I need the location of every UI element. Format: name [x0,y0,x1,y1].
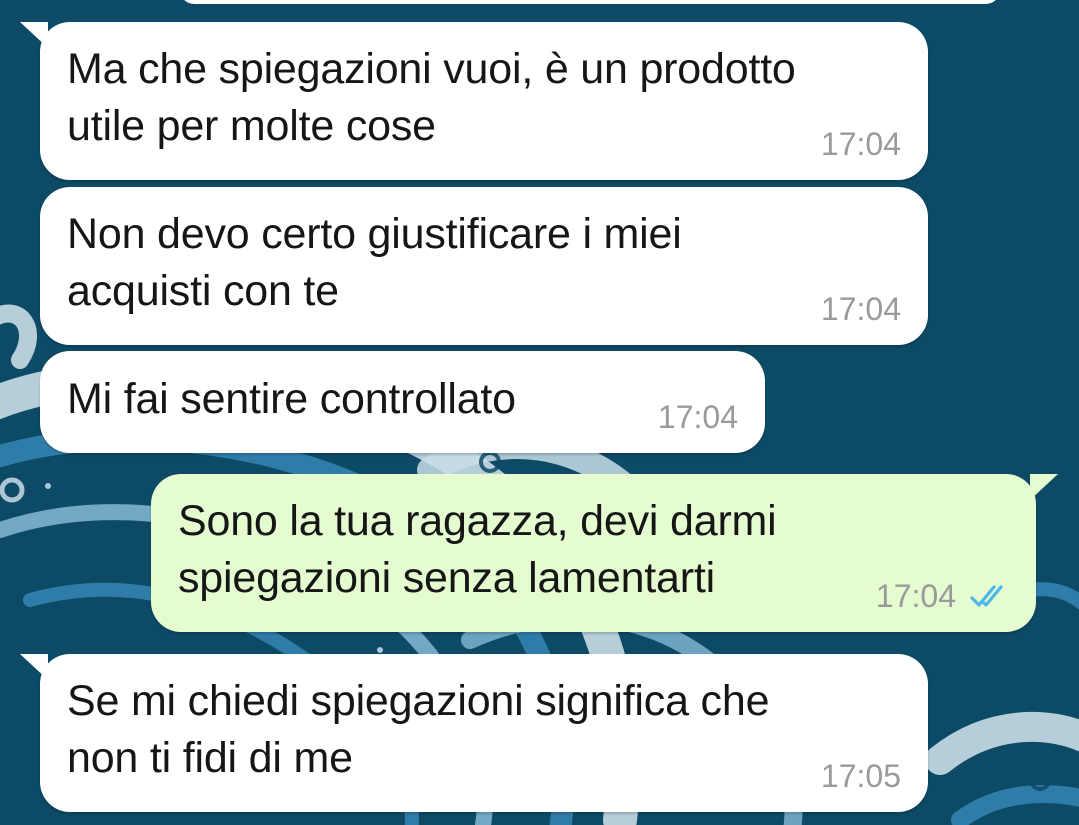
message-text: Se mi chiedi spiegazioni significa che n… [67,677,770,782]
message-timestamp: 17:04 [875,578,956,614]
message-timestamp: 17:04 [820,126,901,162]
double-check-icon [970,585,1003,607]
message-bubble-incoming[interactable]: Non devo certo giustificare i miei acqui… [40,187,928,345]
message-timestamp: 17:05 [820,758,901,794]
message-text: Non devo certo giustificare i miei acqui… [67,210,682,315]
message-bubble-incoming[interactable]: Ma che spiegazioni vuoi, è un prodotto u… [40,22,928,180]
message-bubble-incoming[interactable]: Mi fai sentire controllato 17:04 [40,351,765,453]
message-timestamp: 17:04 [657,399,738,435]
message-bubble-incoming[interactable]: Se mi chiedi spiegazioni significa che n… [40,654,928,812]
message-bubble-outgoing[interactable]: Sono la tua ragazza, devi darmi spiegazi… [151,474,1036,632]
previous-message-edge [180,0,1000,4]
message-text: Sono la tua ragazza, devi darmi spiegazi… [178,497,777,602]
message-text: Ma che spiegazioni vuoi, è un prodotto u… [67,45,796,150]
message-timestamp: 17:04 [820,291,901,327]
message-text: Mi fai sentire controllato [67,375,516,423]
